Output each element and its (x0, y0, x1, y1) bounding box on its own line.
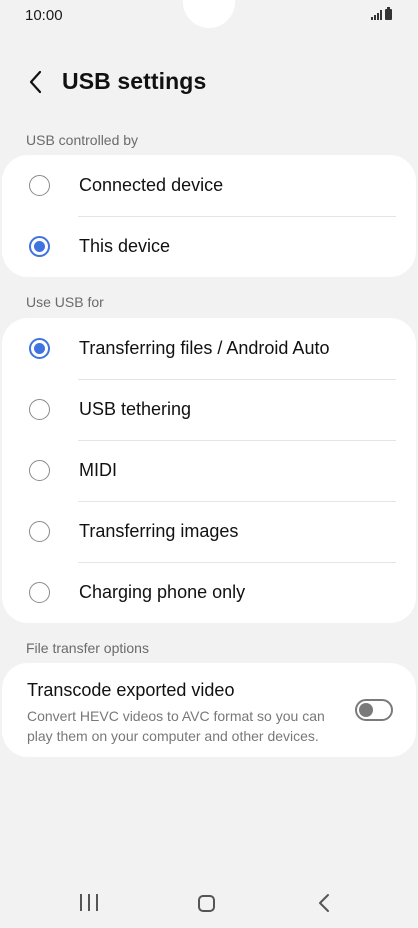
option-charging-only[interactable]: Charging phone only (2, 562, 416, 623)
radio-connected-device[interactable] (29, 175, 50, 196)
status-icons (371, 7, 392, 20)
signal-icon (371, 10, 382, 20)
status-time: 10:00 (25, 7, 63, 24)
option-label: USB tethering (79, 399, 192, 419)
radio-transferring-files[interactable] (29, 338, 50, 359)
usb-controlled-by-card: Connected device This device (2, 155, 416, 277)
transcode-card[interactable]: Transcode exported video Convert HEVC vi… (2, 663, 416, 757)
recents-icon[interactable] (80, 894, 98, 911)
transcode-description: Convert HEVC videos to AVC format so you… (27, 708, 325, 744)
status-bar: 10:00 (0, 0, 418, 32)
option-label: Transferring files / Android Auto (79, 338, 330, 358)
option-label: Connected device (79, 175, 224, 195)
section-label-use-usb-for: Use USB for (26, 294, 104, 310)
section-label-file-transfer-options: File transfer options (26, 640, 149, 656)
navigation-bar (0, 880, 418, 928)
option-label: This device (79, 236, 171, 256)
radio-transferring-images[interactable] (29, 521, 50, 542)
radio-midi[interactable] (29, 460, 50, 481)
toggle-knob (359, 703, 373, 717)
option-label: Charging phone only (79, 582, 246, 602)
home-icon[interactable] (198, 895, 215, 912)
battery-icon (385, 7, 392, 20)
camera-notch (183, 0, 235, 28)
use-usb-for-card: Transferring files / Android Auto USB te… (2, 318, 416, 623)
radio-this-device[interactable] (29, 236, 50, 257)
usb-settings-screen: 10:00 USB settings USB controlled by Con… (0, 0, 418, 928)
option-label: Transferring images (79, 521, 239, 541)
page-title: USB settings (62, 68, 207, 94)
transcode-toggle[interactable] (355, 699, 393, 721)
option-midi[interactable]: MIDI (2, 440, 416, 501)
app-header: USB settings (0, 60, 418, 104)
option-label: MIDI (79, 460, 117, 480)
option-connected-device[interactable]: Connected device (2, 155, 416, 216)
radio-charging-only[interactable] (29, 582, 50, 603)
radio-usb-tethering[interactable] (29, 399, 50, 420)
option-this-device[interactable]: This device (2, 216, 416, 277)
chevron-left-icon (29, 70, 42, 94)
option-transferring-files[interactable]: Transferring files / Android Auto (2, 318, 416, 379)
transcode-title: Transcode exported video (27, 680, 235, 700)
nav-back-icon[interactable] (314, 892, 334, 914)
back-button[interactable] (22, 68, 50, 96)
option-usb-tethering[interactable]: USB tethering (2, 379, 416, 440)
option-transferring-images[interactable]: Transferring images (2, 501, 416, 562)
section-label-usb-controlled-by: USB controlled by (26, 132, 139, 148)
